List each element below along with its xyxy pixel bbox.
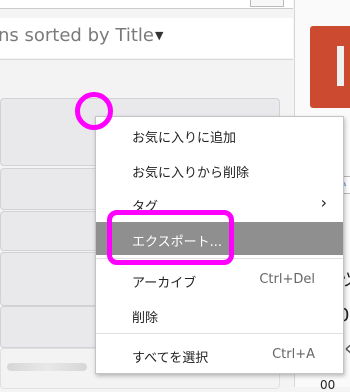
menu-item-label: 削除 [132, 311, 159, 326]
toolbar-button[interactable] [250, 0, 284, 7]
menu-item-select-all[interactable]: すべてを選択 Ctrl+A [96, 338, 343, 371]
menu-item-add-favorite[interactable]: お気に入りに追加 [96, 118, 343, 151]
chevron-down-icon[interactable]: ▼ [155, 29, 163, 42]
menu-separator [96, 333, 343, 334]
right-pane-text: 00 [320, 378, 336, 392]
menu-item-archive[interactable]: アーカイブ Ctrl+Del [96, 263, 343, 296]
sort-header[interactable]: ns sorted by Title ▼ [0, 18, 293, 58]
menu-item-label: お気に入りに追加 [132, 131, 237, 146]
thumbnail[interactable] [310, 26, 350, 108]
annotation-circle [75, 92, 113, 130]
menu-item-shortcut: Ctrl+A [272, 347, 315, 362]
chevron-right-icon: › [320, 193, 327, 212]
blurred-text [7, 363, 87, 371]
menu-item-label: すべてを選択 [132, 351, 209, 366]
menu-item-delete[interactable]: 削除 [96, 298, 343, 331]
thumbnail-glyph [337, 46, 344, 86]
top-toolbar-strip [0, 0, 293, 9]
menu-item-label: アーカイブ [132, 276, 197, 291]
menu-item-label: お気に入りから削除 [132, 166, 250, 181]
menu-item-shortcut: Ctrl+Del [259, 272, 315, 287]
app-window: ns sorted by Title ▼ ✎ ツ 00 く 00 お気に入りに追… [0, 0, 350, 392]
sort-label: ns sorted by Title [0, 25, 154, 46]
annotation-highlight-box [107, 210, 234, 265]
menu-item-remove-favorite[interactable]: お気に入りから削除 [96, 153, 343, 186]
